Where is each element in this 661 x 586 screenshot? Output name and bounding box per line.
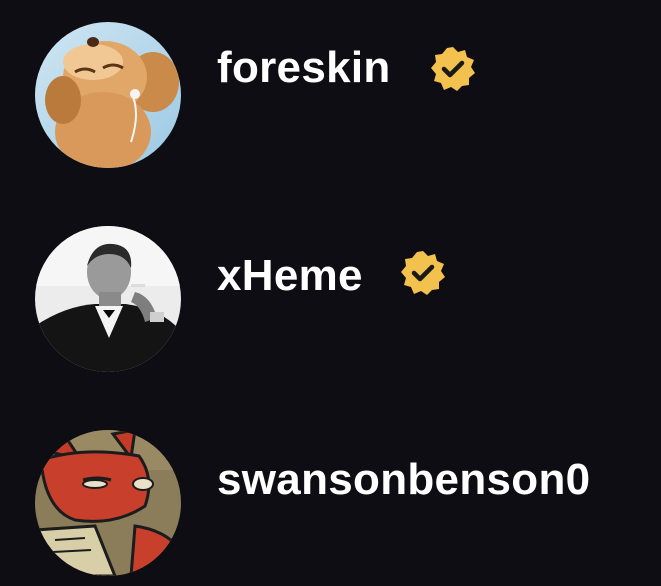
man-in-tuxedo-avatar-icon [35, 226, 181, 372]
verified-badge-icon [428, 44, 478, 94]
username[interactable]: foreskin [217, 46, 391, 90]
verified-badge-icon [398, 248, 448, 298]
username[interactable]: swansonbenson0 [217, 458, 590, 502]
avatar[interactable] [35, 22, 181, 168]
avatar[interactable] [35, 226, 181, 372]
puppy-avatar-icon [35, 22, 181, 168]
user-row-foreskin[interactable]: foreskin [0, 22, 661, 172]
user-list: foreskin xHeme swansonbenson0 [0, 0, 661, 586]
avatar[interactable] [35, 430, 181, 576]
cartoon-fox-avatar-icon [35, 430, 181, 576]
user-row-xheme[interactable]: xHeme [0, 226, 661, 376]
user-row-swansonbenson0[interactable]: swansonbenson0 [0, 430, 661, 580]
username[interactable]: xHeme [217, 254, 363, 298]
